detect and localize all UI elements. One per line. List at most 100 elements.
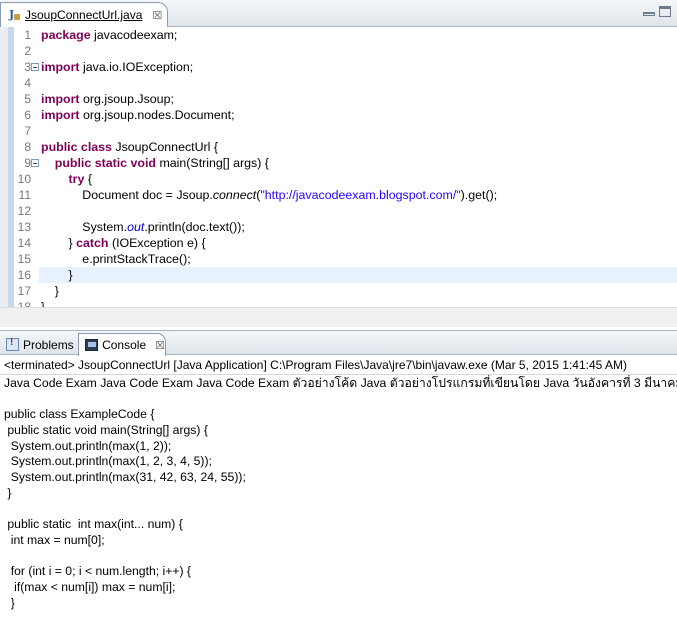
- output-line: public static void main(String[] args) {: [4, 423, 208, 438]
- tab-problems-label: Problems: [23, 337, 74, 352]
- line-number: 6: [24, 108, 31, 122]
- line-number: 5: [24, 92, 31, 106]
- code-line: try {: [41, 171, 677, 187]
- editor-tab-jsoupconnecturl[interactable]: JsoupConnectUrl.java ☒: [0, 2, 168, 27]
- collapse-icon[interactable]: [31, 63, 39, 71]
- folding-gutter: [31, 27, 39, 327]
- tab-console[interactable]: Console ☒: [78, 333, 166, 356]
- keyword: public class: [41, 140, 112, 154]
- line-number: 9: [24, 156, 31, 170]
- output-line: System.out.println(max(1, 2, 3, 4, 5));: [4, 454, 212, 469]
- output-line: if(max < num[i]) max = num[i];: [4, 579, 176, 594]
- output-line: }: [4, 595, 15, 610]
- code-line: public static void main(String[] args) {: [41, 155, 677, 171]
- line-number: 17: [17, 284, 31, 298]
- keyword: public static void: [54, 156, 156, 170]
- code-text-segment: java.io.IOException;: [79, 60, 194, 74]
- collapse-icon[interactable]: [31, 159, 39, 167]
- line-number: 7: [24, 124, 31, 138]
- maximize-icon[interactable]: [659, 6, 671, 17]
- line-number: 1: [24, 28, 31, 42]
- code-text-segment: .println(doc.text());: [144, 220, 245, 234]
- line-number: 15: [17, 252, 31, 266]
- code-line: import java.io.IOException;: [41, 59, 677, 75]
- code-line: System.out.println(doc.text());: [41, 219, 677, 235]
- code-line: Document doc = Jsoup.connect("http://jav…: [41, 187, 677, 203]
- line-number: 4: [24, 76, 31, 90]
- output-line: Java Code Exam Java Code Exam Java Code …: [4, 376, 677, 390]
- console-icon: [85, 339, 99, 351]
- minimize-icon[interactable]: [643, 12, 655, 16]
- code-text-segment: Document doc = Jsoup.: [41, 188, 213, 202]
- keyword: package: [41, 28, 91, 42]
- tab-problems[interactable]: Problems: [0, 333, 78, 356]
- left-ruler: [0, 27, 14, 327]
- code-text-segment: javacodeexam;: [90, 28, 178, 42]
- tab-console-label: Console: [102, 338, 147, 352]
- console-status-line: <terminated> JsoupConnectUrl [Java Appli…: [0, 356, 677, 374]
- code-text-segment: }: [41, 236, 77, 250]
- code-text-segment: (IOException e) {: [108, 236, 206, 250]
- keyword: catch: [76, 236, 109, 250]
- close-icon[interactable]: ☒: [155, 339, 165, 352]
- code-line: e.printStackTrace();: [41, 252, 191, 266]
- current-code-line: }: [39, 267, 677, 283]
- code-text-segment: org.jsoup.nodes.Document;: [79, 108, 235, 122]
- line-number: 2: [24, 44, 31, 58]
- console-pane: Problems Console ☒ <terminated> JsoupCon…: [0, 330, 677, 617]
- code-text-segment: ).get();: [460, 188, 498, 202]
- code-line: package javacodeexam;: [41, 27, 677, 43]
- editor-tab-bar: JsoupConnectUrl.java ☒: [0, 0, 677, 27]
- string-literal: "http://javacodeexam.blogspot.com/": [260, 188, 461, 202]
- line-number: 16: [17, 268, 31, 282]
- horizontal-scrollbar[interactable]: [0, 307, 677, 327]
- editor-pane: JsoupConnectUrl.java ☒ 1 2 3 4 5 6 7 8 9…: [0, 0, 677, 327]
- static-field: out: [127, 220, 145, 234]
- code-text-segment: System.: [41, 220, 128, 234]
- line-number: 12: [17, 204, 31, 218]
- output-line: }: [4, 485, 12, 500]
- line-number: 11: [18, 188, 31, 202]
- code-text-segment: org.jsoup.Jsoup;: [79, 92, 174, 106]
- code-text[interactable]: package javacodeexam; import java.io.IOE…: [39, 27, 677, 327]
- line-number-gutter: 1 2 3 4 5 6 7 8 9 10 11 12 13 14 15 16 1…: [14, 27, 31, 327]
- output-line: System.out.println(max(31, 42, 63, 24, 5…: [4, 470, 246, 485]
- output-line: public static int max(int... num) {: [4, 517, 183, 532]
- code-line: import org.jsoup.Jsoup;: [41, 91, 677, 107]
- editor-tab-label: JsoupConnectUrl.java: [25, 8, 143, 22]
- keyword: import: [41, 108, 80, 122]
- code-editor[interactable]: 1 2 3 4 5 6 7 8 9 10 11 12 13 14 15 16 1…: [0, 27, 677, 327]
- java-file-icon: [7, 8, 21, 22]
- line-number: 3: [24, 60, 31, 74]
- output-line: for (int i = 0; i < num.length; i++) {: [4, 564, 191, 579]
- code-line: import org.jsoup.nodes.Document;: [41, 107, 677, 123]
- close-icon[interactable]: ☒: [152, 10, 162, 21]
- output-line: int max = num[0];: [4, 532, 105, 547]
- problems-icon: [6, 337, 19, 351]
- method-name: connect: [212, 188, 257, 202]
- line-number: 13: [17, 220, 31, 234]
- output-line: System.out.println(max(1, 2));: [4, 438, 172, 453]
- keyword: import: [41, 92, 80, 106]
- code-text-segment: main(String[] args) {: [156, 156, 269, 170]
- code-text-segment: JsoupConnectUrl {: [111, 140, 219, 154]
- code-line: public class JsoupConnectUrl {: [41, 139, 677, 155]
- code-line: }: [41, 284, 59, 298]
- console-tab-bar: Problems Console ☒: [0, 330, 677, 356]
- line-number: 10: [17, 172, 31, 186]
- line-number: 8: [24, 140, 31, 154]
- keyword: try: [68, 172, 85, 186]
- keyword: import: [41, 60, 80, 74]
- code-line: } catch (IOException e) {: [41, 235, 677, 251]
- code-text-segment: {: [84, 172, 92, 186]
- console-output[interactable]: Java Code Exam Java Code Exam Java Code …: [0, 374, 677, 617]
